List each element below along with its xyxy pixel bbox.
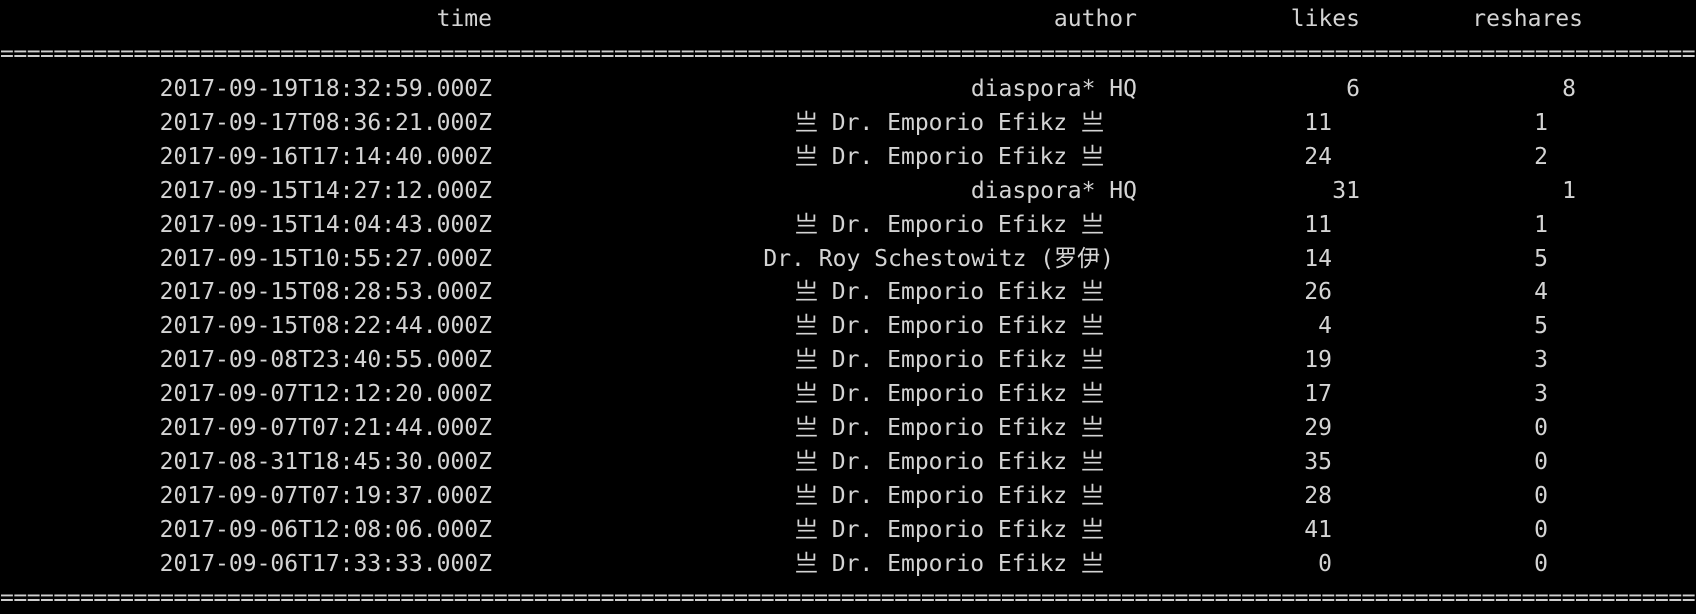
- row-time: 2017-09-15T10:55:27.000Z: [159, 245, 492, 272]
- row-likes: 29: [1304, 415, 1332, 441]
- row-time: 2017-09-15T08:28:53.000Z: [159, 279, 492, 306]
- row-time: 2017-09-07T07:19:37.000Z: [159, 482, 492, 509]
- row-likes: 19: [1304, 347, 1332, 374]
- row-reshares: 5: [1534, 313, 1548, 340]
- row-likes: 35: [1304, 448, 1332, 475]
- row-time: 2017-09-15T08:22:44.000Z: [159, 313, 492, 340]
- row-reshares: 4: [1534, 279, 1548, 306]
- row-time: 2017-09-06T12:08:06.000Z: [159, 516, 492, 543]
- row-author: diaspora* HQ: [970, 76, 1137, 102]
- row-reshares: 0: [1534, 482, 1548, 509]
- row-author: 亗 Dr. Emporio Efikz 亗: [794, 109, 1104, 136]
- row-author: 亗 Dr. Emporio Efikz 亗: [794, 448, 1104, 475]
- row-likes: 6: [1346, 76, 1360, 102]
- row-author: 亗 Dr. Emporio Efikz 亗: [794, 550, 1104, 577]
- row-time: 2017-08-31T18:45:30.000Z: [159, 448, 492, 475]
- row-reshares: 0: [1534, 448, 1548, 475]
- row-likes: 11: [1304, 109, 1332, 136]
- header-separator: ========================================…: [0, 44, 1696, 64]
- row-reshares: 3: [1534, 347, 1548, 374]
- row-reshares: 1: [1534, 211, 1548, 238]
- row-likes: 11: [1304, 211, 1332, 238]
- row-reshares: 3: [1534, 381, 1548, 408]
- row-author: 亗 Dr. Emporio Efikz 亗: [794, 143, 1104, 170]
- header-reshares: reshares: [1472, 6, 1583, 32]
- row-author: diaspora* HQ: [970, 177, 1137, 204]
- row-likes: 17: [1304, 381, 1332, 408]
- row-time: 2017-09-16T17:14:40.000Z: [159, 143, 492, 170]
- row-time: 2017-09-07T07:21:44.000Z: [159, 415, 492, 441]
- row-reshares: 0: [1534, 415, 1548, 441]
- row-author: 亗 Dr. Emporio Efikz 亗: [794, 279, 1104, 306]
- row-reshares: 8: [1562, 76, 1576, 102]
- row-time: 2017-09-19T18:32:59.000Z: [159, 76, 492, 102]
- row-time: 2017-09-06T17:33:33.000Z: [159, 550, 492, 577]
- header-likes: likes: [1290, 6, 1360, 32]
- row-reshares: 0: [1534, 550, 1548, 577]
- row-likes: 26: [1304, 279, 1332, 306]
- header-time: time: [436, 6, 492, 32]
- row-time: 2017-09-15T14:04:43.000Z: [159, 211, 492, 238]
- row-reshares: 0: [1534, 516, 1548, 543]
- row-likes: 14: [1304, 245, 1332, 272]
- row-likes: 24: [1304, 143, 1332, 170]
- row-time: 2017-09-07T12:12:20.000Z: [159, 381, 492, 408]
- row-time: 2017-09-15T14:27:12.000Z: [159, 177, 492, 204]
- row-author: 亗 Dr. Emporio Efikz 亗: [794, 415, 1104, 441]
- row-likes: 41: [1304, 516, 1332, 543]
- row-reshares: 5: [1534, 245, 1548, 272]
- row-author: 亗 Dr. Emporio Efikz 亗: [794, 211, 1104, 238]
- header-author: author: [1053, 6, 1137, 32]
- row-time: 2017-09-17T08:36:21.000Z: [159, 109, 492, 136]
- row-time: 2017-09-08T23:40:55.000Z: [159, 347, 492, 374]
- footer-separator: ========================================…: [0, 588, 1696, 608]
- row-author: Dr. Roy Schestowitz (罗伊): [763, 245, 1114, 272]
- row-author: 亗 Dr. Emporio Efikz 亗: [794, 381, 1104, 408]
- row-author: 亗 Dr. Emporio Efikz 亗: [794, 482, 1104, 509]
- row-reshares: 1: [1534, 109, 1548, 136]
- row-reshares: 1: [1562, 177, 1576, 204]
- row-likes: 0: [1318, 550, 1332, 577]
- row-likes: 28: [1304, 482, 1332, 509]
- row-author: 亗 Dr. Emporio Efikz 亗: [794, 516, 1104, 543]
- row-likes: 31: [1332, 177, 1360, 204]
- row-author: 亗 Dr. Emporio Efikz 亗: [794, 313, 1104, 340]
- row-author: 亗 Dr. Emporio Efikz 亗: [794, 347, 1104, 374]
- row-reshares: 2: [1534, 143, 1548, 170]
- row-likes: 4: [1318, 313, 1332, 340]
